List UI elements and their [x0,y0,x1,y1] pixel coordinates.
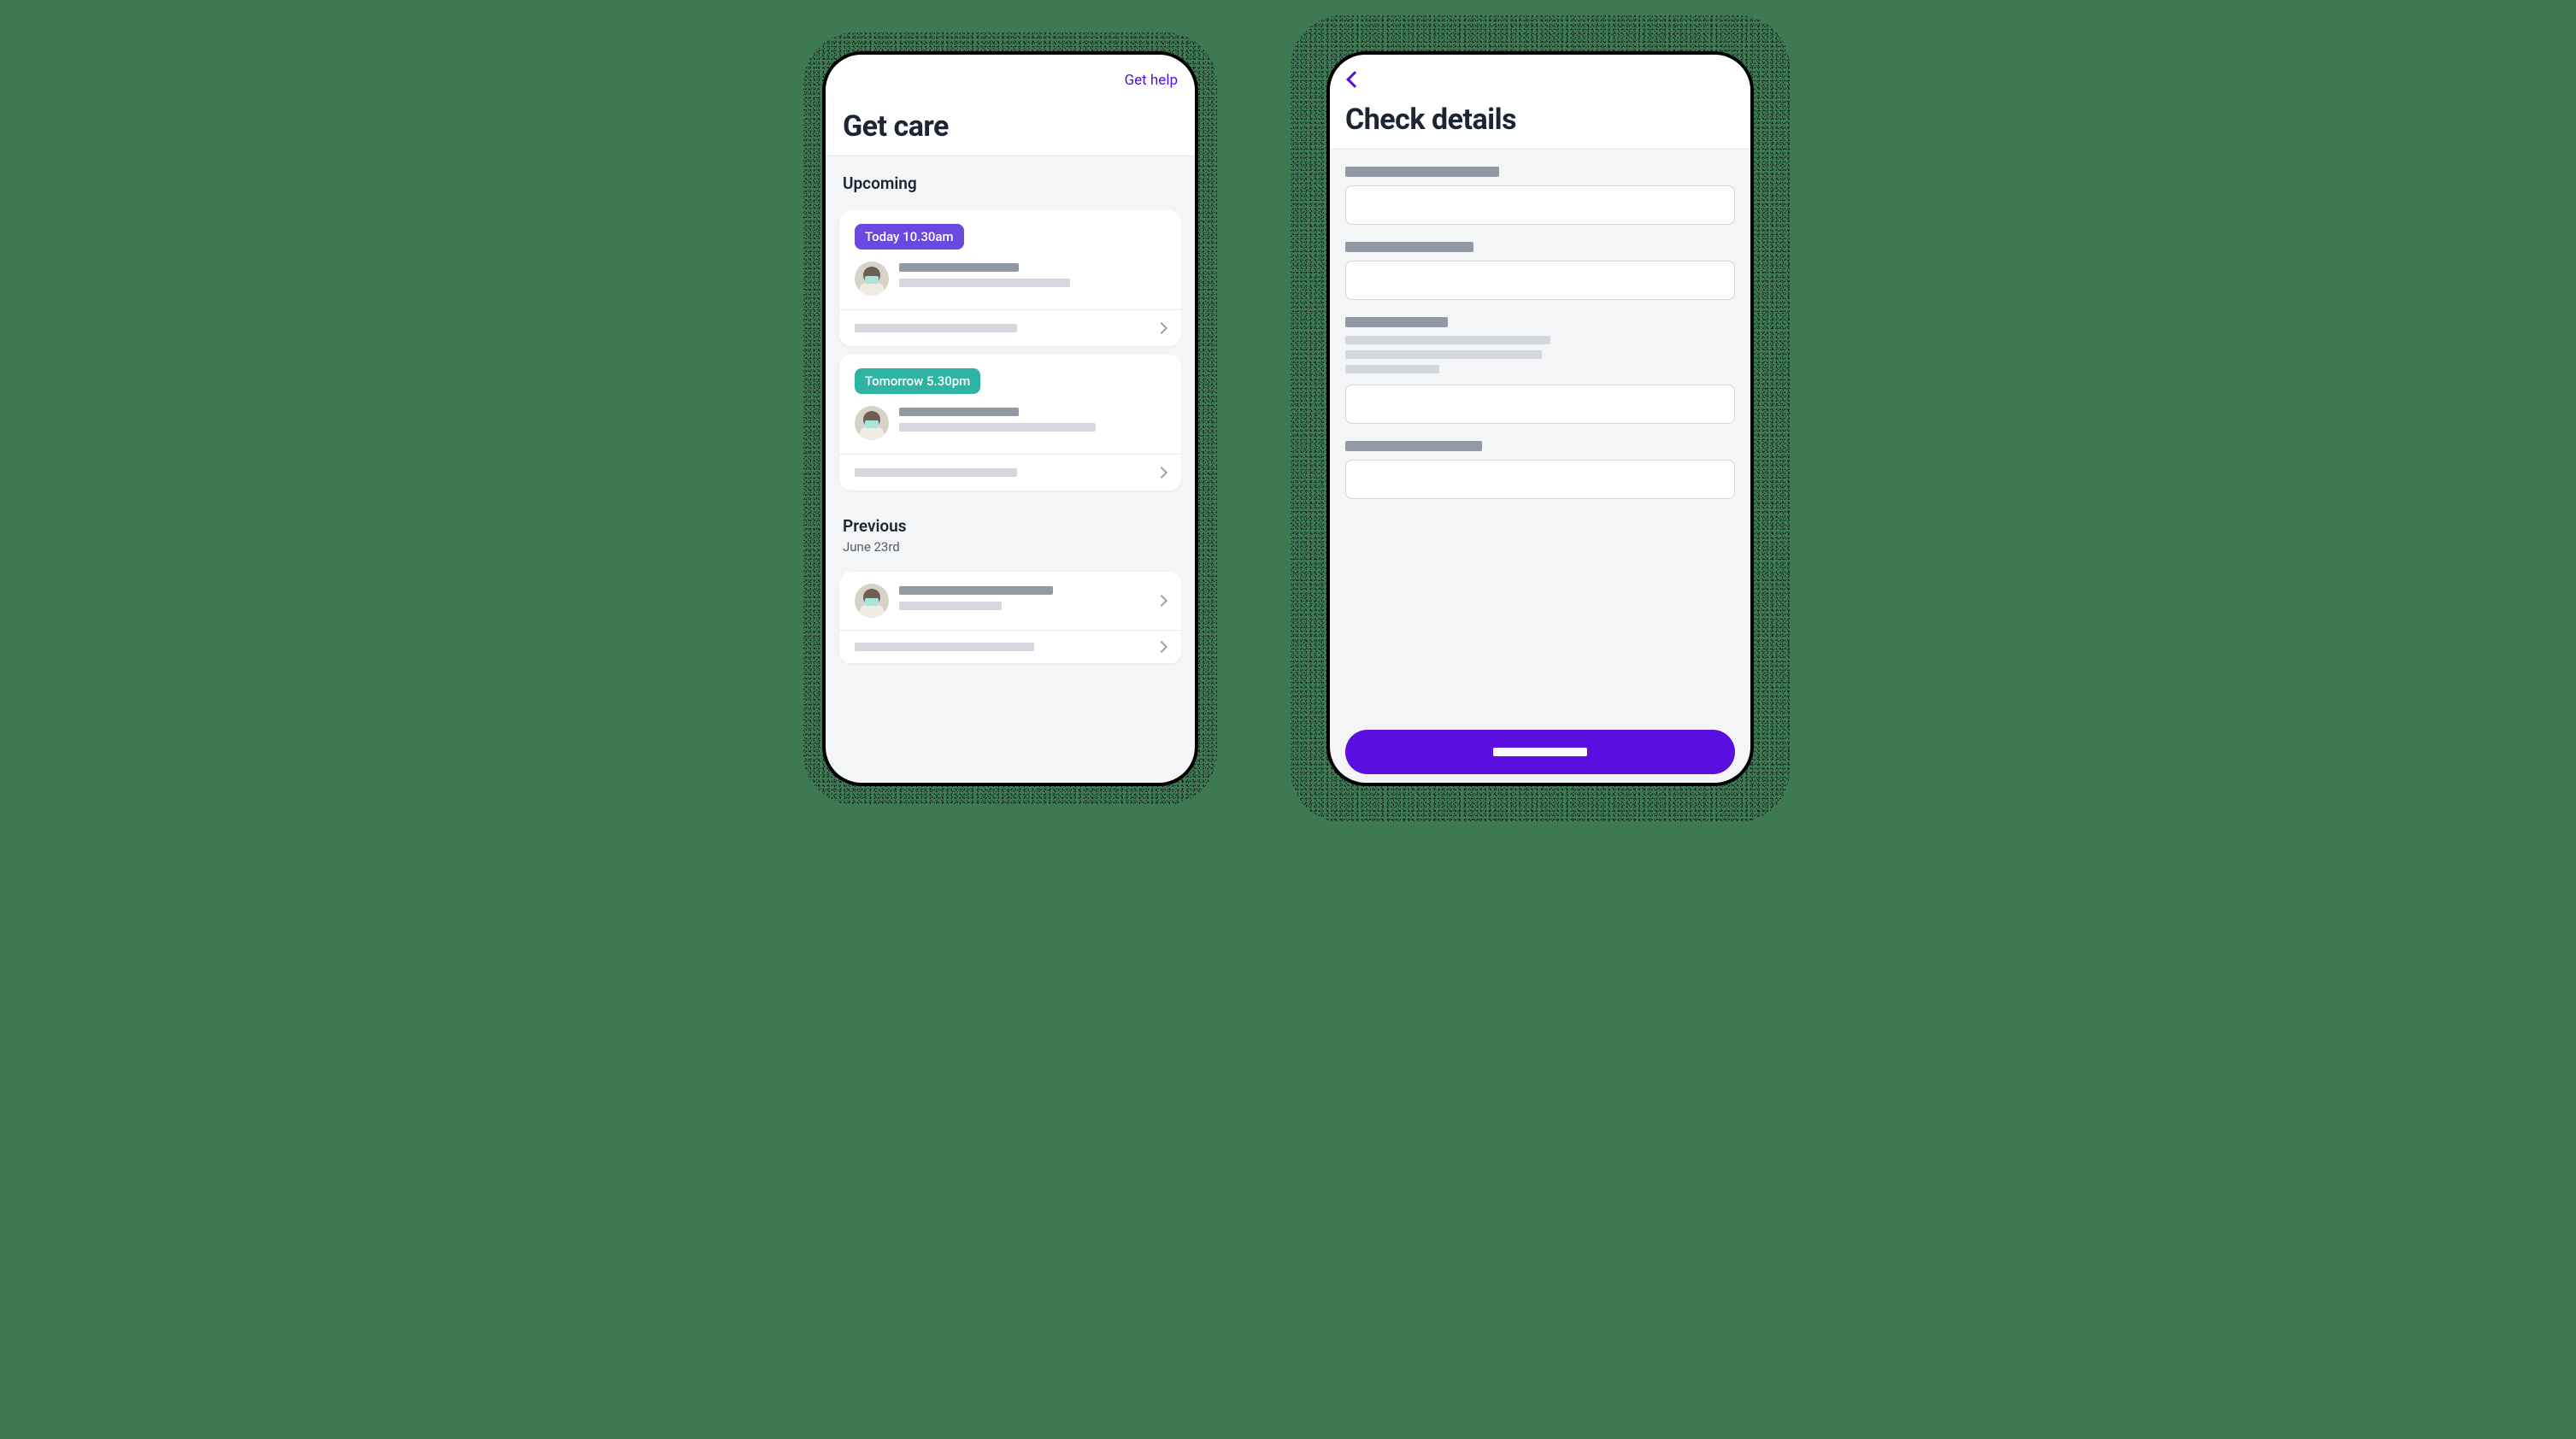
section-date: June 23rd [843,539,1178,555]
phone-mock-check-details: Check details [1326,51,1754,786]
section-title: Upcoming [843,173,1178,193]
page-title: Check details [1345,94,1735,149]
form-field-block [1345,441,1735,499]
text-input[interactable] [1345,385,1735,424]
back-icon[interactable] [1346,71,1363,88]
text-input[interactable] [1345,185,1735,225]
chevron-right-icon [1156,467,1167,479]
description-placeholder-line [1345,350,1542,359]
provider-placeholder-text [899,584,1157,617]
card-action-row[interactable] [839,310,1181,346]
chevron-right-icon [1156,322,1167,334]
field-label-placeholder [1345,441,1482,451]
provider-placeholder-text [899,406,1166,438]
appointment-card[interactable]: Today 10.30am [839,210,1181,346]
provider-avatar [855,584,889,618]
phone-mock-get-care: Get help Get care Upcoming Today 10.30am [822,51,1198,786]
previous-row[interactable] [839,572,1181,630]
section-header-upcoming: Upcoming [826,156,1195,202]
text-input[interactable] [1345,460,1735,499]
form-area [1330,150,1750,783]
section-header-previous: Previous June 23rd [826,499,1195,563]
provider-placeholder-text [899,261,1166,294]
description-placeholder-line [1345,336,1550,344]
description-placeholder-line [1345,365,1439,373]
section-title: Previous [843,516,1178,536]
action-placeholder-text [855,324,1017,332]
page-title: Get care [843,89,1178,156]
time-badge: Tomorrow 5.30pm [855,368,980,394]
form-description-block [1345,317,1735,424]
field-label-placeholder [1345,242,1473,252]
content-scroll[interactable]: Upcoming Today 10.30am [826,156,1195,783]
submit-button[interactable] [1345,730,1735,774]
previous-visit-card[interactable] [839,572,1181,664]
provider-avatar [855,406,889,440]
phone-body: Check details [1326,51,1754,786]
chevron-right-icon [1156,641,1167,653]
time-badge: Today 10.30am [855,224,964,250]
get-help-link[interactable]: Get help [1125,72,1178,89]
screen: Get help Get care Upcoming Today 10.30am [826,55,1195,783]
screen: Check details [1330,55,1750,783]
row-placeholder-text [855,643,1034,651]
action-placeholder-text [855,468,1017,477]
top-bar: Get help Get care [826,55,1195,156]
form-field-block [1345,242,1735,300]
phone-body: Get help Get care Upcoming Today 10.30am [822,51,1198,786]
button-label-placeholder [1493,748,1587,756]
chevron-right-icon [1156,595,1167,607]
top-bar: Check details [1330,55,1750,150]
field-label-placeholder [1345,167,1499,177]
field-label-placeholder [1345,317,1448,327]
text-input[interactable] [1345,261,1735,300]
card-action-row[interactable] [839,455,1181,490]
form-field-block [1345,167,1735,225]
appointment-card[interactable]: Tomorrow 5.30pm [839,355,1181,490]
previous-row[interactable] [839,631,1181,663]
provider-avatar [855,261,889,296]
